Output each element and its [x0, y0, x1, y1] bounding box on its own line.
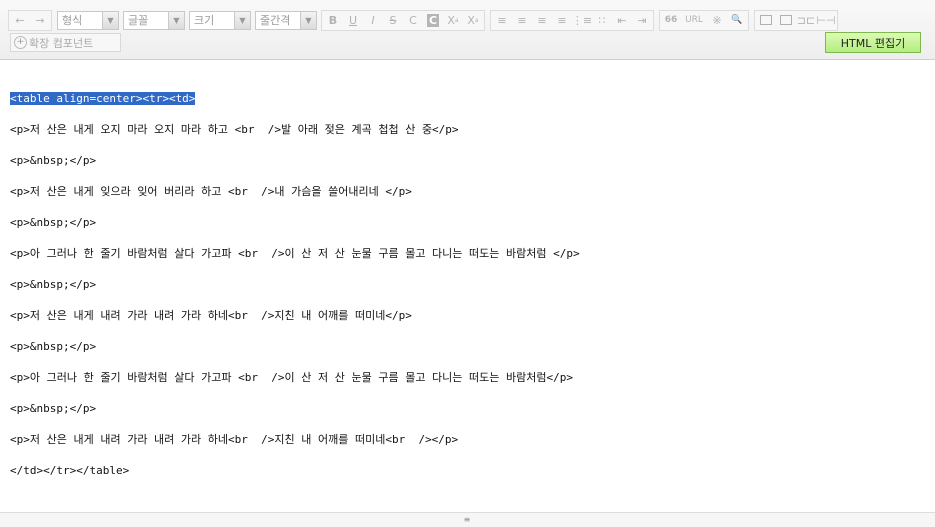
editor-line: <p>&nbsp;</p>: [10, 339, 97, 353]
ordered-list-icon[interactable]: ⋮≡: [572, 10, 592, 30]
format-select[interactable]: 형식 ▼: [57, 10, 119, 30]
insert-group: 66 URL ※ 🔍: [659, 9, 749, 31]
text-color-button[interactable]: C: [403, 10, 423, 30]
italic-button[interactable]: I: [363, 10, 383, 30]
strike-button[interactable]: S: [383, 10, 403, 30]
size-select[interactable]: 크기 ▼: [189, 10, 251, 30]
format-select-value: 형식: [62, 14, 83, 27]
font-select-value: 글꼴: [128, 14, 149, 27]
text-style-group: B U I S C C Xa Xa: [321, 9, 485, 31]
indent-icon[interactable]: ⇥: [632, 10, 652, 30]
editor-line: <p>&nbsp;</p>: [10, 401, 97, 415]
size-select-value: 크기: [194, 14, 215, 27]
chevron-down-icon: ▼: [168, 11, 184, 29]
toolbar-row: ← → 형식 ▼ 글꼴 ▼ 크기 ▼ 줄간격 ▼ B U I S C C Xa …: [8, 9, 843, 31]
table-props-icon[interactable]: [776, 10, 796, 30]
undo-button[interactable]: ←: [10, 10, 30, 30]
chevron-down-icon: ▼: [234, 11, 250, 29]
editor-line: <p>저 산은 내게 내려 가라 내려 가라 하네<br />지친 내 어깨를 …: [10, 432, 459, 446]
font-select[interactable]: 글꼴 ▼: [123, 10, 185, 30]
editor-line: </td></tr></table>: [10, 463, 130, 477]
bg-color-button[interactable]: C: [423, 10, 443, 30]
align-right-icon[interactable]: ≡: [532, 10, 552, 30]
editor-toolbar: ← → 형식 ▼ 글꼴 ▼ 크기 ▼ 줄간격 ▼ B U I S C C Xa …: [0, 0, 935, 60]
find-button[interactable]: 🔍: [727, 10, 747, 30]
html-source-editor[interactable]: <table align=center><tr><td> <p>저 산은 내게 …: [10, 75, 935, 494]
chevron-down-icon: ▼: [102, 11, 118, 29]
editor-line: <p>&nbsp;</p>: [10, 277, 97, 291]
redo-button[interactable]: →: [30, 10, 50, 30]
subscript-button[interactable]: Xa: [463, 10, 483, 30]
align-justify-icon[interactable]: ≡: [552, 10, 572, 30]
url-button[interactable]: URL: [681, 10, 707, 30]
history-group: ← →: [8, 9, 52, 31]
special-char-button[interactable]: ※: [707, 10, 727, 30]
outdent-icon[interactable]: ⇤: [612, 10, 632, 30]
editor-line: <p>저 산은 내게 잊으라 잊어 버리라 하고 <br />내 가슴을 쓸어내…: [10, 184, 412, 198]
resize-grip-icon[interactable]: ≡: [462, 516, 472, 524]
superscript-button[interactable]: Xa: [443, 10, 463, 30]
plus-icon: +: [14, 36, 27, 49]
table-icon[interactable]: [756, 10, 776, 30]
extension-component-button[interactable]: + 확장 컴포넌트: [10, 33, 121, 52]
extension-label: 확장 컴포넌트: [29, 36, 94, 50]
paragraph-group: ≡ ≡ ≡ ≡ ⋮≡ ∷ ⇤ ⇥: [490, 9, 654, 31]
split-cells-icon[interactable]: ⊢⊣: [816, 10, 836, 30]
editor-line: <p>&nbsp;</p>: [10, 153, 97, 167]
line-height-select-value: 줄간격: [260, 14, 291, 27]
align-center-icon[interactable]: ≡: [512, 10, 532, 30]
editor-line: <p>&nbsp;</p>: [10, 215, 97, 229]
underline-button[interactable]: U: [343, 10, 363, 30]
editor-line: <p>저 산은 내게 내려 가라 내려 가라 하네<br />지친 내 어깨를 …: [10, 308, 412, 322]
bold-button[interactable]: B: [323, 10, 343, 30]
editor-line: <p>아 그러나 한 줄기 바람처럼 살다 가고파 <br />이 산 저 산 …: [10, 246, 580, 260]
editor-line: <p>저 산은 내게 오지 마라 오지 마라 하고 <br />발 아래 젖은 …: [10, 122, 459, 136]
bg-color-icon: C: [426, 13, 440, 27]
html-editor-button[interactable]: HTML 편집기: [825, 32, 921, 53]
merge-cells-icon[interactable]: ⊐⊏: [796, 10, 816, 30]
align-left-icon[interactable]: ≡: [492, 10, 512, 30]
superscript-icon: X: [447, 13, 455, 27]
selected-text: <table align=center><tr><td>: [10, 91, 196, 105]
unordered-list-icon[interactable]: ∷: [592, 10, 612, 30]
resize-bar[interactable]: ≡: [0, 512, 935, 527]
editor-line-selected: <table align=center><tr><td>: [10, 91, 935, 107]
line-height-select[interactable]: 줄간격 ▼: [255, 10, 317, 30]
chevron-down-icon: ▼: [300, 11, 316, 29]
table-group: ⊐⊏ ⊢⊣: [754, 9, 838, 31]
editor-line: <p>아 그러나 한 줄기 바람처럼 살다 가고파 <br />이 산 저 산 …: [10, 370, 573, 384]
quote-button[interactable]: 66: [661, 10, 681, 30]
subscript-icon: X: [467, 13, 475, 27]
